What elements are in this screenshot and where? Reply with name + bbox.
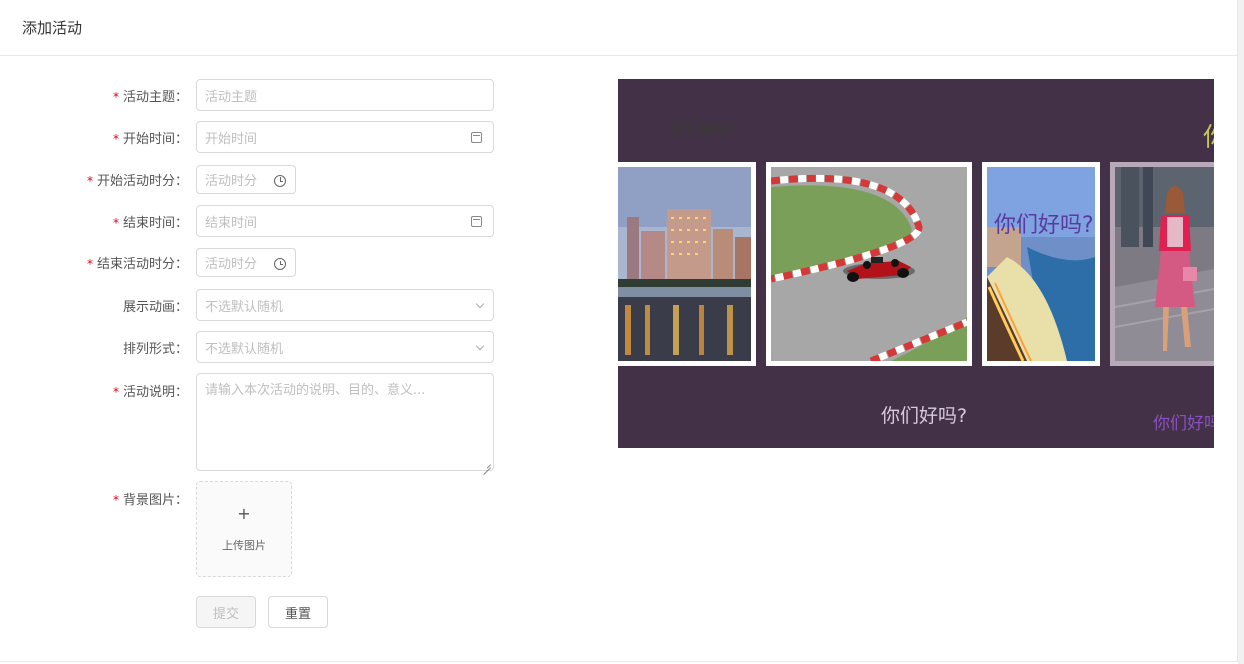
end-date-picker[interactable]: 结束时间: [196, 205, 494, 237]
description-textarea[interactable]: 请输入本次活动的说明、目的、意义...: [196, 373, 494, 471]
floating-text: 你们好吗?: [881, 405, 968, 427]
subject-label: * 活动主题：: [112, 89, 188, 105]
clock-icon: [274, 258, 286, 270]
page-title: 添加活动: [0, 0, 1237, 56]
reset-button[interactable]: 重置: [268, 596, 328, 628]
race-car-photo: [766, 162, 972, 366]
floating-text: 你们好吗?: [994, 213, 1094, 238]
required-mark: *: [112, 131, 119, 146]
floating-text: 你: [1203, 117, 1214, 154]
start-date-picker[interactable]: 开始时间: [196, 121, 494, 153]
city-night-photo: [618, 162, 756, 366]
required-mark: *: [112, 89, 119, 104]
clock-icon: [274, 174, 286, 187]
required-mark: *: [112, 493, 119, 507]
floating-text: 你们好吗?: [669, 122, 733, 138]
plus-icon: +: [237, 504, 251, 523]
layout-label: 排列形式：: [122, 341, 188, 357]
fashion-woman-photo: [1110, 162, 1214, 366]
start-date-label: * 开始时间：: [112, 131, 188, 147]
form-row-start-time: * 开始活动时分： 活动时分: [0, 164, 296, 194]
animation-select[interactable]: 不选默认随机: [196, 289, 494, 321]
end-date-label: * 结束时间：: [112, 215, 188, 231]
required-mark: *: [86, 257, 93, 271]
end-time-picker[interactable]: 活动时分: [196, 248, 296, 277]
chevron-down-icon: [475, 341, 485, 351]
form-row-animation: 展示动画： 不选默认随机: [0, 289, 494, 321]
required-mark: *: [112, 215, 119, 230]
background-label: * 背景图片：: [112, 493, 188, 508]
animation-label: 展示动画：: [122, 299, 188, 315]
floating-text: 你们好吗: [1153, 414, 1214, 434]
beach-city-photo: [982, 162, 1100, 366]
end-time-label: * 结束活动时分：: [86, 257, 188, 272]
upload-label: 上传图片: [222, 539, 266, 552]
required-mark: *: [112, 385, 119, 399]
activity-preview: 你们好吗? 你们好吗? 你们好吗? 你们好吗: [618, 79, 1214, 448]
form-row-end-date: * 结束时间： 结束时间: [0, 205, 494, 237]
resize-handle-icon[interactable]: [483, 460, 491, 468]
form-row-subject: * 活动主题： 活动主题: [0, 79, 494, 111]
scrollbar[interactable]: [1238, 0, 1244, 664]
calendar-icon: [471, 132, 482, 143]
description-label: * 活动说明：: [112, 385, 188, 400]
calendar-icon: [471, 216, 482, 227]
submit-button[interactable]: 提交: [196, 596, 256, 628]
required-mark: *: [86, 173, 93, 188]
upload-image-button[interactable]: + 上传图片: [196, 481, 292, 577]
chevron-down-icon: [475, 299, 485, 309]
form-row-end-time: * 结束活动时分： 活动时分: [0, 248, 296, 277]
start-time-picker[interactable]: 活动时分: [196, 164, 296, 194]
form-row-layout: 排列形式： 不选默认随机: [0, 331, 494, 363]
layout-select[interactable]: 不选默认随机: [196, 331, 494, 363]
form-row-background: * 背景图片： + 上传图片: [0, 481, 292, 577]
start-time-label: * 开始活动时分：: [86, 173, 188, 189]
form-row-start-date: * 开始时间： 开始时间: [0, 121, 494, 153]
form-actions: 提交 重置: [196, 596, 328, 628]
subject-input[interactable]: 活动主题: [196, 79, 494, 111]
form-row-description: * 活动说明： 请输入本次活动的说明、目的、意义...: [0, 373, 494, 471]
